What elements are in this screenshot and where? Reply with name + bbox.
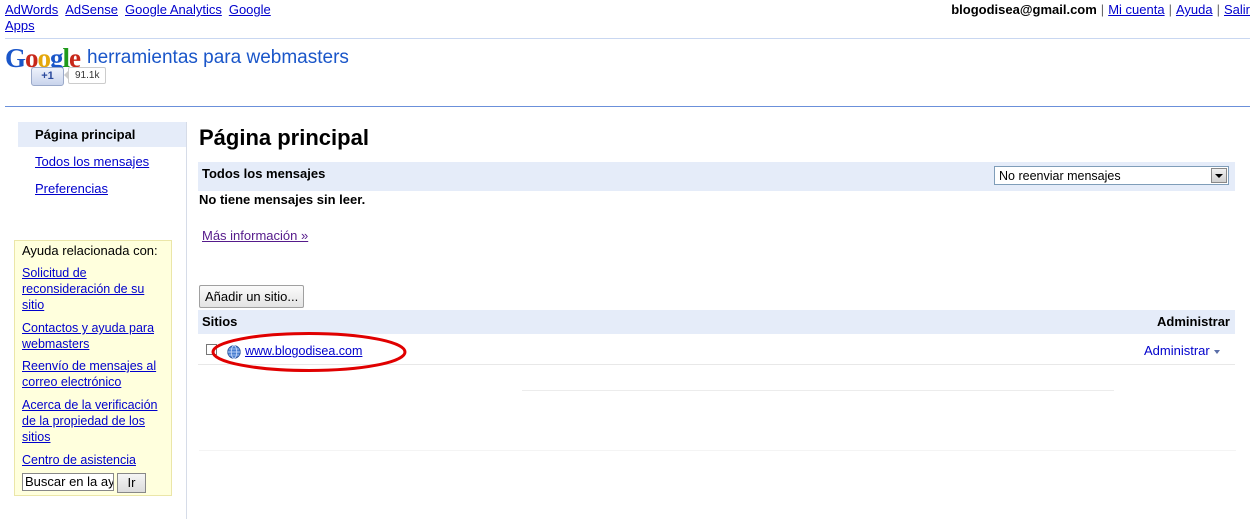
product-name: herramientas para webmasters xyxy=(87,47,349,68)
separator: | xyxy=(1168,2,1172,17)
top-divider xyxy=(5,38,1250,39)
sidebar-item-label: Página principal xyxy=(35,127,136,142)
logo-letter: G xyxy=(5,43,26,73)
sites-column-header: Sitios xyxy=(202,314,238,329)
help-box-title: Ayuda relacionada con: xyxy=(22,243,158,258)
help-link-reconsideration[interactable]: Solicitud de reconsideración de su sitio xyxy=(22,265,168,313)
plusone-count: 91.1k xyxy=(63,67,107,84)
help-link[interactable]: Ayuda xyxy=(1176,2,1213,17)
sidebar-divider xyxy=(186,122,187,519)
separator: | xyxy=(1216,2,1220,17)
messages-header-bar: Todos los mensajes No reenviar mensajes xyxy=(198,162,1235,191)
help-search-button[interactable]: Ir xyxy=(117,473,146,493)
help-link-contacts[interactable]: Contactos y ayuda para webmasters xyxy=(22,320,168,352)
help-link-help-center[interactable]: Centro de asistencia xyxy=(22,452,168,468)
help-link-forwarding[interactable]: Reenvío de mensajes al correo electrónic… xyxy=(22,358,168,390)
related-help-box: Ayuda relacionada con: Solicitud de reco… xyxy=(14,240,172,496)
sidebar-item-home[interactable]: Página principal xyxy=(18,122,187,147)
user-bar: blogodisea@gmail.com | Mi cuenta | Ayuda | Sal… xyxy=(951,2,1250,18)
divider xyxy=(199,450,1236,451)
divider xyxy=(522,390,1114,391)
sign-out-link[interactable]: Salir xyxy=(1224,2,1250,17)
sidebar-item-all-messages[interactable]: Todos los mensajes xyxy=(35,154,149,170)
help-link-verification[interactable]: Acerca de la verificación de la propieda… xyxy=(22,397,168,445)
help-search-input[interactable]: Buscar en la ay xyxy=(22,473,114,491)
no-unread-message: No tiene mensajes sin leer. xyxy=(199,192,366,207)
user-email: blogodisea@gmail.com xyxy=(951,2,1097,17)
page-title: Página principal xyxy=(199,125,369,150)
dropdown-arrow-icon[interactable] xyxy=(1211,168,1227,183)
sidebar-item-preferences[interactable]: Preferencias xyxy=(35,181,108,197)
add-site-button[interactable]: Añadir un sitio... xyxy=(199,285,305,308)
messages-header-label: Todos los mensajes xyxy=(202,166,326,181)
separator: | xyxy=(1100,2,1105,17)
topnav-analytics-link[interactable]: Google Analytics xyxy=(125,2,222,17)
more-info-link[interactable]: Más información » xyxy=(202,228,308,244)
annotation-ellipse xyxy=(211,332,407,372)
top-nav: AdWords AdSense Google Analytics Google App… xyxy=(5,2,305,34)
topnav-adwords-link[interactable]: AdWords xyxy=(5,2,58,17)
forward-messages-select[interactable]: No reenviar mensajes xyxy=(994,166,1229,185)
header-divider xyxy=(5,106,1250,107)
my-account-link[interactable]: Mi cuenta xyxy=(1108,2,1164,17)
select-value: No reenviar mensajes xyxy=(999,169,1121,183)
topnav-adsense-link[interactable]: AdSense xyxy=(65,2,118,17)
plusone-button[interactable]: +1 xyxy=(31,67,64,86)
site-admin-menu[interactable]: Administrar xyxy=(1144,343,1220,359)
admin-column-header: Administrar xyxy=(1157,314,1230,329)
